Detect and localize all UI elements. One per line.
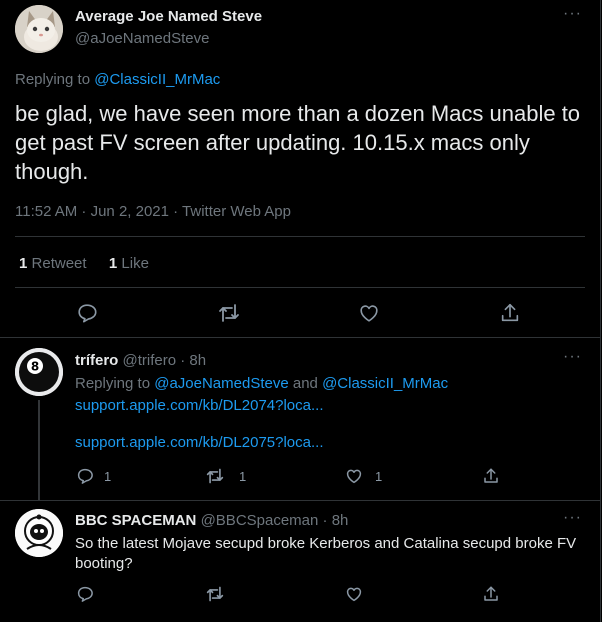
reply-count: 1 xyxy=(104,469,112,484)
more-icon[interactable]: ··· xyxy=(563,509,582,527)
svg-text:8: 8 xyxy=(31,360,39,374)
replying-prefix: Replying to xyxy=(15,71,91,88)
retweet-icon[interactable] xyxy=(217,302,241,324)
like-icon[interactable] xyxy=(345,467,363,485)
author-name[interactable]: trífero xyxy=(75,352,118,369)
engagement-stats: 1 Retweet 1 Like xyxy=(19,255,149,272)
author-name[interactable]: BBC SPACEMAN xyxy=(75,512,196,529)
reply-header: trífero @trifero · 8h xyxy=(75,352,206,369)
replying-prefix: Replying to xyxy=(75,375,151,392)
like-icon[interactable] xyxy=(358,302,380,324)
reply-icon[interactable] xyxy=(76,585,94,603)
more-icon[interactable]: ··· xyxy=(563,5,582,23)
replying-and: and xyxy=(292,375,318,392)
tweet-text: be glad, we have seen more than a dozen … xyxy=(15,101,581,184)
retweet-stat[interactable]: 1 Retweet xyxy=(19,255,91,272)
share-icon[interactable] xyxy=(482,585,500,603)
like-count: 1 xyxy=(108,255,118,272)
divider xyxy=(15,287,585,288)
reply-text: So the latest Mojave secupd broke Kerber… xyxy=(75,535,577,572)
retweet-count: 1 xyxy=(19,255,28,272)
divider xyxy=(0,500,600,501)
like-count: 1 xyxy=(375,469,383,484)
like-label: Like xyxy=(121,255,149,272)
replying-to-line: Replying to @aJoeNamedSteve and @Classic… xyxy=(75,375,448,392)
divider xyxy=(0,337,600,338)
author-handle[interactable]: @BBCSpaceman · 8h xyxy=(201,512,349,529)
more-icon[interactable]: ··· xyxy=(563,348,582,366)
support-link[interactable]: support.apple.com/kb/DL2074?loca... xyxy=(75,397,324,414)
share-icon[interactable] xyxy=(482,467,500,485)
thread-line xyxy=(38,400,40,500)
share-icon[interactable] xyxy=(499,302,521,324)
author-handle[interactable]: @trifero · 8h xyxy=(123,352,207,369)
replying-to-link[interactable]: @aJoeNamedSteve xyxy=(154,375,288,392)
avatar-eight-ball[interactable]: 8 xyxy=(15,348,63,396)
retweet-icon[interactable] xyxy=(205,467,225,485)
tweet-timestamp[interactable]: 11:52 AM · Jun 2, 2021 · Twitter Web App xyxy=(15,203,291,220)
like-stat[interactable]: 1 Like xyxy=(109,255,149,272)
column-border xyxy=(600,0,601,622)
divider xyxy=(15,236,585,237)
replying-to-line: Replying to @ClassicII_MrMac xyxy=(15,71,220,88)
reply-icon[interactable] xyxy=(76,302,98,324)
avatar-spaceman[interactable] xyxy=(15,509,63,557)
reply-header: BBC SPACEMAN @BBCSpaceman · 8h xyxy=(75,512,348,529)
retweet-label: Retweet xyxy=(31,255,87,272)
avatar-kitten[interactable] xyxy=(15,5,63,53)
support-link[interactable]: support.apple.com/kb/DL2075?loca... xyxy=(75,434,324,451)
author-name[interactable]: Average Joe Named Steve xyxy=(75,8,262,25)
replying-to-link[interactable]: @ClassicII_MrMac xyxy=(322,375,448,392)
replying-to-link[interactable]: @ClassicII_MrMac xyxy=(94,71,220,88)
retweet-count: 1 xyxy=(239,469,247,484)
retweet-icon[interactable] xyxy=(205,585,225,603)
like-icon[interactable] xyxy=(345,585,363,603)
reply-icon[interactable] xyxy=(76,467,94,485)
author-handle[interactable]: @aJoeNamedSteve xyxy=(75,30,209,47)
